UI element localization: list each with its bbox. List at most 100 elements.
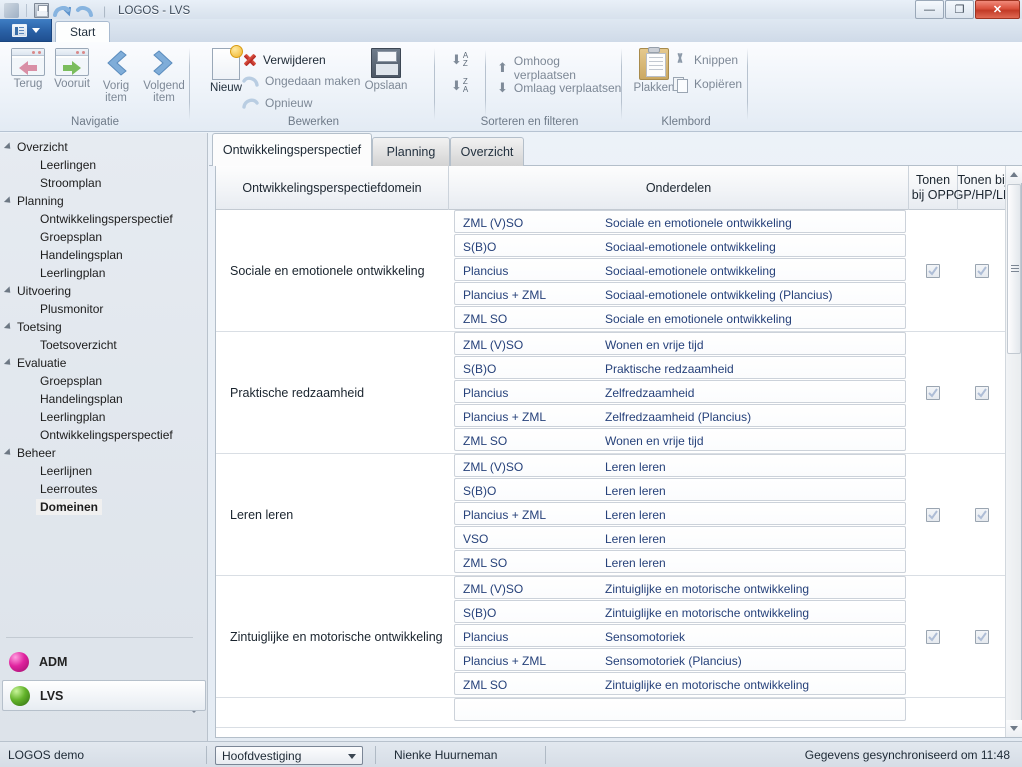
ribbon-button-omhoog-verplaatsen[interactable]: ⬆ Omhoog verplaatsen	[497, 54, 622, 82]
grid-row[interactable]: Sociale en emotionele ontwikkeling ZML (V…	[216, 210, 1007, 332]
sidebar-group-planning[interactable]: Planning	[0, 192, 196, 210]
ribbon-button-volgend-item[interactable]: Volgend item	[140, 48, 188, 104]
restore-button[interactable]: ❐	[945, 0, 974, 19]
expand-collapse-icon[interactable]	[3, 196, 14, 206]
onderdeel-row[interactable]: S(B)O Leren leren	[454, 478, 906, 501]
onderdeel-row[interactable]: Plancius Sociaal-emotionele ontwikkeling	[454, 258, 906, 281]
onderdeel-row[interactable]: Plancius + ZML Zelfredzaamheid (Plancius)	[454, 404, 906, 427]
grid-header-onderdelen[interactable]: Onderdelen	[448, 166, 908, 210]
checkbox-tonen-bij-gp[interactable]	[957, 576, 1007, 697]
sidebar-item-plusmonitor[interactable]: Plusmonitor	[0, 300, 196, 318]
sidebar-item-leerlingplan[interactable]: Leerlingplan	[0, 264, 196, 282]
sidebar-group-overzicht[interactable]: Overzicht	[0, 138, 196, 156]
grid-row[interactable]: Leren leren ZML (V)SO Leren leren S(B)O Lere…	[216, 454, 1007, 576]
sidebar-group-beheer[interactable]: Beheer	[0, 444, 196, 462]
expand-collapse-icon[interactable]	[3, 286, 14, 296]
ribbon-button-verwijderen[interactable]: Verwijderen	[242, 52, 326, 67]
location-select[interactable]: Hoofdvestiging	[215, 746, 363, 765]
checkbox-tonen-bij-opp[interactable]	[908, 210, 957, 331]
sidebar-item-groepsplan[interactable]: Groepsplan	[0, 228, 196, 246]
sidebar-item-leerlingplan[interactable]: Leerlingplan	[0, 408, 196, 426]
onderdeel-row[interactable]: S(B)O Zintuiglijke en motorische ontwikke…	[454, 600, 906, 623]
checkbox-tonen-bij-opp[interactable]	[908, 576, 957, 697]
checkbox[interactable]	[925, 263, 940, 278]
redo-icon[interactable]	[75, 3, 93, 18]
undo-icon[interactable]	[53, 3, 72, 18]
tab-ontwikkelingsperspectief[interactable]: Ontwikkelingsperspectief	[212, 133, 372, 166]
checkbox[interactable]	[975, 263, 989, 278]
checkbox[interactable]	[975, 507, 989, 522]
checkbox[interactable]	[925, 385, 940, 400]
sidebar-item-handelingsplan[interactable]: Handelingsplan	[0, 390, 196, 408]
ribbon-button-ongedaan-maken[interactable]: Ongedaan maken	[242, 74, 360, 88]
expand-collapse-icon[interactable]	[3, 448, 14, 458]
scrollbar-thumb[interactable]	[1007, 184, 1021, 354]
ribbon-button-opnieuw[interactable]: Opnieuw	[242, 96, 312, 110]
checkbox-tonen-bij-opp[interactable]	[908, 454, 957, 575]
sidebar-group-toetsing[interactable]: Toetsing	[0, 318, 196, 336]
sidebar-group-evaluatie[interactable]: Evaluatie	[0, 354, 196, 372]
checkbox[interactable]	[975, 629, 989, 644]
checkbox[interactable]	[925, 507, 940, 522]
grid-vertical-scrollbar[interactable]	[1005, 166, 1022, 737]
app-logo-icon[interactable]	[4, 3, 19, 18]
onderdeel-row[interactable]: Plancius Zelfredzaamheid	[454, 380, 906, 403]
onderdeel-row[interactable]: ZML (V)SO Leren leren	[454, 454, 906, 477]
onderdeel-row[interactable]: ZML SO Leren leren	[454, 550, 906, 573]
onderdeel-row[interactable]: S(B)O Praktische redzaamheid	[454, 356, 906, 379]
ribbon-button-opslaan[interactable]: Opslaan	[362, 48, 410, 92]
grid-header-domein[interactable]: Ontwikkelingsperspectiefdomein	[216, 166, 448, 210]
close-button[interactable]: ✕	[975, 0, 1020, 19]
expand-collapse-icon[interactable]	[3, 142, 14, 152]
sidebar-item-leerlingen[interactable]: Leerlingen	[0, 156, 196, 174]
grid-row-partial[interactable]	[216, 698, 1007, 728]
onderdeel-row[interactable]: Plancius + ZML Sensomotoriek (Plancius)	[454, 648, 906, 671]
scroll-up-button[interactable]	[1006, 166, 1022, 183]
onderdeel-row[interactable]: ZML (V)SO Wonen en vrije tijd	[454, 332, 906, 355]
checkbox-tonen-bij-opp[interactable]	[908, 332, 957, 453]
checkbox[interactable]	[975, 385, 989, 400]
onderdeel-row[interactable]: ZML (V)SO Sociale en emotionele ontwikkel…	[454, 210, 906, 233]
sidebar-item-leerlijnen[interactable]: Leerlijnen	[0, 462, 196, 480]
ribbon-button-kopieren[interactable]: Kopiëren	[672, 76, 742, 93]
sidebar-item-handelingsplan[interactable]: Handelingsplan	[0, 246, 196, 264]
onderdeel-row[interactable]: VSO Leren leren	[454, 526, 906, 549]
tab-planning[interactable]: Planning	[372, 137, 450, 166]
onderdeel-row[interactable]: ZML (V)SO Zintuiglijke en motorische ontw…	[454, 576, 906, 599]
module-button-lvs[interactable]: LVS	[2, 680, 206, 711]
onderdeel-row[interactable]: S(B)O Sociaal-emotionele ontwikkeling	[454, 234, 906, 257]
grid-row[interactable]: Zintuiglijke en motorische ontwikkeling Z…	[216, 576, 1007, 698]
grid-cell-domein[interactable]: Praktische redzaamheid	[216, 332, 448, 453]
grid-cell-domein[interactable]: Leren leren	[216, 454, 448, 575]
sidebar-item-groepsplan[interactable]: Groepsplan	[0, 372, 196, 390]
grid-header-tonen-bij-gp[interactable]: Tonen bij GP/HP/LP	[954, 166, 1011, 210]
onderdeel-row[interactable]: ZML SO Sociale en emotionele ontwikkeling	[454, 306, 906, 329]
ribbon-button-plakken[interactable]: Plakken	[630, 47, 678, 94]
grid-cell-domein[interactable]: Sociale en emotionele ontwikkeling	[216, 210, 448, 331]
grid-row[interactable]: Praktische redzaamheid ZML (V)SO Wonen en …	[216, 332, 1007, 454]
onderdeel-row[interactable]: Plancius + ZML Leren leren	[454, 502, 906, 525]
sidebar-item-toetsoverzicht[interactable]: Toetsoverzicht	[0, 336, 196, 354]
sidebar-item-ontwikkelingsperspectief[interactable]: Ontwikkelingsperspectief	[0, 210, 196, 228]
ribbon-tab-start[interactable]: Start	[55, 21, 111, 42]
ribbon-button-knippen[interactable]: Knippen	[672, 52, 738, 68]
sidebar-item-leerroutes[interactable]: Leerroutes	[0, 480, 196, 498]
app-menu-button[interactable]	[0, 19, 52, 42]
ribbon-button-sort-ascending[interactable]: ⬇ AZ	[451, 52, 468, 68]
onderdeel-row[interactable]: ZML SO Wonen en vrije tijd	[454, 428, 906, 451]
save-icon[interactable]	[34, 3, 49, 18]
checkbox[interactable]	[925, 629, 940, 644]
onderdeel-row[interactable]: Plancius + ZML Sociaal-emotionele ontwikk…	[454, 282, 906, 305]
sidebar-item-stroomplan[interactable]: Stroomplan	[0, 174, 196, 192]
sidebar-item-ontwikkelingsperspectief[interactable]: Ontwikkelingsperspectief	[0, 426, 196, 444]
ribbon-button-terug[interactable]: Terug	[4, 48, 52, 90]
ribbon-button-vooruit[interactable]: Vooruit	[48, 48, 96, 90]
sidebar-item-domeinen[interactable]: Domeinen	[0, 498, 196, 516]
grid-cell-domein[interactable]: Zintuiglijke en motorische ontwikkeling	[216, 576, 448, 697]
expand-collapse-icon[interactable]	[3, 358, 14, 368]
checkbox-tonen-bij-gp[interactable]	[957, 210, 1007, 331]
ribbon-button-omlaag-verplaatsen[interactable]: ⬇ Omlaag verplaatsen	[497, 80, 621, 96]
onderdeel-row[interactable]	[454, 698, 906, 721]
minimize-button[interactable]: —	[915, 0, 944, 19]
expand-collapse-icon[interactable]	[3, 322, 14, 332]
